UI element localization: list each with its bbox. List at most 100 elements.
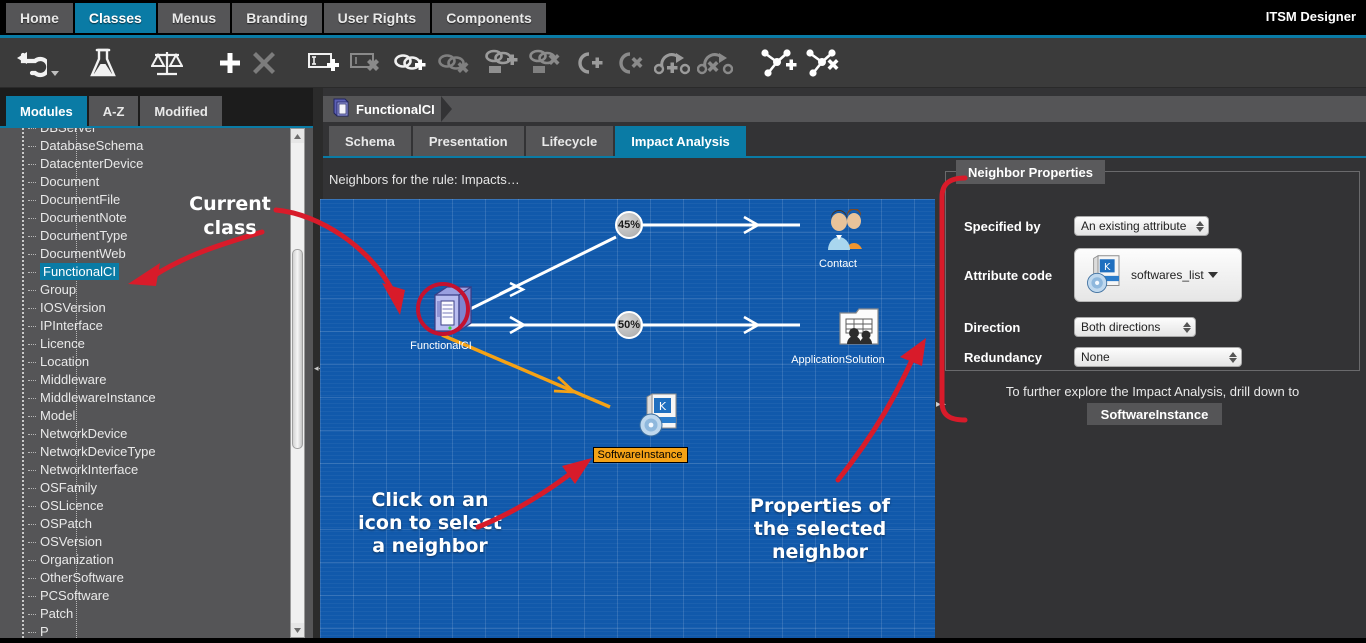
class-tree-scroll[interactable]: DBServerDatabaseSchemaDatacenterDeviceDo… (0, 128, 296, 638)
tree-item-pcsoftware[interactable]: PCSoftware (0, 587, 296, 605)
spinner-icon[interactable] (1229, 352, 1237, 363)
tab-impact-analysis[interactable]: Impact Analysis (615, 126, 748, 156)
class-tree-list: DBServerDatabaseSchemaDatacenterDeviceDo… (0, 128, 296, 638)
tree-item-patch[interactable]: Patch (0, 605, 296, 623)
rule-label: Neighbors for the rule: Impacts… (329, 172, 520, 187)
sidebar-tab-a-z[interactable]: A-Z (89, 96, 141, 126)
panel-collapse-icon[interactable]: ▸▸ (936, 399, 946, 410)
toolbar (0, 38, 1366, 88)
tree-item-document[interactable]: Document (0, 173, 296, 191)
spinner-icon[interactable] (1183, 322, 1191, 333)
breadcrumb-bar: FunctionalCI (323, 96, 1366, 122)
specified-by-select[interactable]: An existing attribute (1074, 216, 1209, 236)
add-field-icon[interactable] (306, 42, 342, 84)
remove-link-icon[interactable] (436, 42, 472, 84)
sidebar-tab-modules[interactable]: Modules (6, 96, 89, 126)
tree-item-dbserver[interactable]: DBServer (0, 128, 296, 137)
redundancy-select[interactable]: None (1074, 347, 1242, 367)
spinner-icon[interactable] (1196, 221, 1204, 232)
remove-link-field-icon[interactable] (526, 42, 564, 84)
functionalci-node[interactable]: FunctionalCI (396, 285, 486, 352)
tree-item-licence[interactable]: Licence (0, 335, 296, 353)
remove-lifecycle-icon[interactable] (613, 42, 649, 84)
impact-analysis-canvas[interactable]: FunctionalCI 45% 50% Contact (320, 199, 935, 638)
tab-presentation[interactable]: Presentation (413, 126, 526, 156)
tree-item-organization[interactable]: Organization (0, 551, 296, 569)
remove-impact-icon[interactable] (803, 42, 845, 84)
tree-item-model[interactable]: Model (0, 407, 296, 425)
menu-tab-branding[interactable]: Branding (232, 3, 323, 33)
delete-icon[interactable] (248, 42, 280, 84)
add-link-field-icon[interactable] (482, 42, 520, 84)
add-lifecycle-icon[interactable] (572, 42, 608, 84)
tree-item-documentnote[interactable]: DocumentNote (0, 209, 296, 227)
tree-item-label: OSFamily (40, 480, 97, 495)
main-panel: FunctionalCI SchemaPresentationLifecycle… (323, 88, 1366, 638)
tree-item-osfamily[interactable]: OSFamily (0, 479, 296, 497)
drill-down-button[interactable]: SoftwareInstance (1087, 403, 1222, 425)
tree-item-group[interactable]: Group (0, 281, 296, 299)
tree-item-label: IPInterface (40, 318, 103, 333)
flask-icon[interactable] (84, 42, 122, 84)
softwareinstance-node[interactable]: K SoftwareInstance (575, 392, 705, 463)
tab-lifecycle[interactable]: Lifecycle (526, 126, 616, 156)
direction-select[interactable]: Both directions (1074, 317, 1196, 337)
tree-item-osversion[interactable]: OSVersion (0, 533, 296, 551)
tree-item-label: DBServer (40, 128, 96, 135)
tree-item-label: DocumentType (40, 228, 127, 243)
tree-item-middleware[interactable]: Middleware (0, 371, 296, 389)
tree-item-label: IOSVersion (40, 300, 106, 315)
menu-tab-classes[interactable]: Classes (75, 3, 158, 33)
tree-item-datacenterdevice[interactable]: DatacenterDevice (0, 155, 296, 173)
tree-item-networkdevice[interactable]: NetworkDevice (0, 425, 296, 443)
tree-item-ospatch[interactable]: OSPatch (0, 515, 296, 533)
add-impact-icon[interactable] (758, 42, 800, 84)
tree-item-p[interactable]: P (0, 623, 296, 638)
undo-icon[interactable] (8, 42, 52, 84)
tab-schema[interactable]: Schema (329, 126, 413, 156)
tree-item-label: Licence (40, 336, 85, 351)
sidebar-scrollbar[interactable] (290, 128, 305, 638)
add-icon[interactable] (213, 42, 247, 84)
menu-tab-components[interactable]: Components (432, 3, 548, 33)
remove-field-icon[interactable] (348, 42, 384, 84)
edge-percent-badge-50: 50% (615, 311, 643, 339)
tree-item-oslicence[interactable]: OSLicence (0, 497, 296, 515)
undo-dropdown-caret[interactable] (50, 64, 58, 72)
sidebar-tab-modified[interactable]: Modified (140, 96, 223, 126)
edge-percent-label: 45% (618, 219, 640, 231)
chevron-down-icon[interactable] (1208, 272, 1218, 278)
svg-text:K: K (1104, 262, 1111, 273)
tree-item-iosversion[interactable]: IOSVersion (0, 299, 296, 317)
scroll-up-arrow-icon[interactable] (291, 129, 304, 143)
tree-item-label: DatabaseSchema (40, 138, 143, 153)
contact-node[interactable]: Contact (798, 209, 878, 270)
breadcrumb[interactable]: FunctionalCI (323, 96, 445, 122)
scroll-down-arrow-icon[interactable] (291, 623, 304, 637)
tree-item-documenttype[interactable]: DocumentType (0, 227, 296, 245)
tree-item-othersoftware[interactable]: OtherSoftware (0, 569, 296, 587)
tree-item-documentfile[interactable]: DocumentFile (0, 191, 296, 209)
attribute-code-dropdown[interactable]: K softwares_list (1074, 248, 1242, 302)
tree-item-location[interactable]: Location (0, 353, 296, 371)
application-icon (837, 303, 881, 347)
tree-item-middlewareinstance[interactable]: MiddlewareInstance (0, 389, 296, 407)
menu-tab-menus[interactable]: Menus (158, 3, 232, 33)
scales-icon[interactable] (148, 42, 186, 84)
annotation-click-icon: Click on an icon to select a neighbor (330, 489, 530, 558)
scrollbar-thumb[interactable] (292, 249, 303, 449)
applicationsolution-node[interactable]: ApplicationSolution (775, 303, 901, 366)
menu-tab-user-rights[interactable]: User Rights (324, 3, 433, 33)
add-link-icon[interactable] (392, 42, 428, 84)
property-row-specified-by: Specified by An existing attribute (964, 216, 1209, 236)
menu-tab-home[interactable]: Home (6, 3, 75, 33)
tree-item-networkinterface[interactable]: NetworkInterface (0, 461, 296, 479)
remove-state-icon[interactable] (695, 42, 735, 84)
tree-item-documentweb[interactable]: DocumentWeb (0, 245, 296, 263)
tree-item-networkdevicetype[interactable]: NetworkDeviceType (0, 443, 296, 461)
tree-item-ipinterface[interactable]: IPInterface (0, 317, 296, 335)
select-value: Both directions (1081, 320, 1160, 334)
tree-item-databaseschema[interactable]: DatabaseSchema (0, 137, 296, 155)
tree-item-functionalci[interactable]: FunctionalCI (0, 263, 296, 281)
add-state-icon[interactable] (652, 42, 692, 84)
